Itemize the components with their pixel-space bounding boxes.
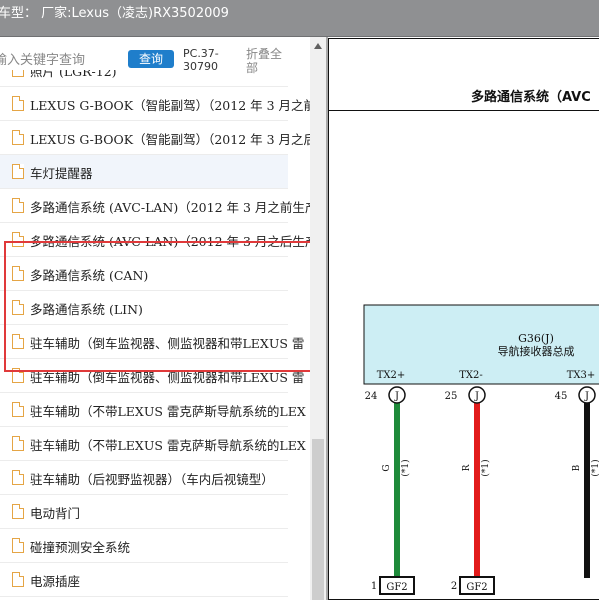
tree-item[interactable]: LEXUS G-BOOK（智能副驾）（2012 年 3 月之前 — [0, 87, 310, 121]
tree-item[interactable]: 驻车辅助（不带LEXUS 雷克萨斯导航系统的LEX — [0, 393, 306, 427]
tree-item-label: 照片 (LGR-12) — [30, 70, 117, 79]
tree-item[interactable]: 多路通信系统 (CAN) — [0, 257, 288, 291]
document-icon — [12, 402, 24, 417]
pin-name: TX2- — [459, 370, 483, 381]
tree-item-label: 驻车辅助（后视野监视器）（车内后视镜型） — [30, 472, 274, 487]
wire-note: (*1) — [400, 459, 411, 476]
document-icon — [12, 70, 24, 77]
tree-item-label: 驻车辅助（不带LEXUS 雷克萨斯导航系统的LEX — [30, 438, 306, 453]
tree-item-label: 驻车辅助（不带LEXUS 雷克萨斯导航系统的LEX — [30, 404, 306, 419]
tree-item[interactable]: 碰撞预测安全系统 — [0, 529, 288, 563]
document-icon — [12, 266, 24, 281]
document-icon — [12, 198, 24, 213]
pin-number: 24 — [365, 391, 378, 402]
document-icon — [12, 164, 24, 179]
document-icon — [12, 504, 24, 519]
tree-item[interactable]: 多路通信系统 (LIN) — [0, 291, 288, 325]
tree-item[interactable]: 驻车辅助（不带LEXUS 雷克萨斯导航系统的LEX — [0, 427, 306, 461]
wire-note: (*1) — [480, 459, 491, 476]
tree-item[interactable]: 多路通信系统 (AVC-LAN)（2012 年 3 月之前生产 — [0, 189, 310, 223]
wire-color-label: B — [572, 464, 582, 471]
scrollbar[interactable] — [310, 37, 326, 600]
tree-item-label: 多路通信系统 (LIN) — [30, 302, 143, 317]
pin-letter: J — [584, 391, 589, 402]
tree-item-label: LEXUS G-BOOK（智能副驾）（2012 年 3 月之前 — [30, 98, 310, 113]
pin-letter: J — [474, 391, 479, 402]
scroll-thumb[interactable] — [312, 439, 324, 600]
tree-item[interactable]: 驻车辅助（后视野监视器）（车内后视镜型） — [0, 461, 288, 495]
wiring-diagram: 多路通信系统（AVC G36(J) 导航接收器总成 TX2+ 24 J G (*1) 1 GF2… — [328, 38, 599, 600]
search-button[interactable]: 查询 — [128, 50, 174, 68]
wire-note: (*1) — [590, 459, 599, 476]
pin-name: TX2+ — [377, 370, 406, 381]
left-pane: 查询 PC.37-30790 折叠全部 照片 (LGR-12)LEXUS G-B… — [0, 37, 326, 600]
document-icon — [12, 470, 24, 485]
tree-item-label: 碰撞预测安全系统 — [30, 540, 131, 555]
document-icon — [12, 572, 24, 587]
tree-item[interactable]: 电源插座 — [0, 563, 288, 597]
component-code: G36(J) — [518, 332, 554, 345]
tree-item-label: 电源插座 — [30, 574, 81, 589]
tree-item-label: 多路通信系统 (AVC-LAN)（2012 年 3 月之后生产 — [30, 234, 310, 249]
tree-item[interactable]: 驻车辅助（倒车监视器、侧监视器和带LEXUS 雷 — [0, 359, 304, 393]
pin-letter: J — [394, 391, 399, 402]
diagram-canvas: G36(J)导航接收器总成 TX2+ 24 J G (*1) 1 GF2 TX2-25 J R (*1… — [363, 304, 599, 595]
tree-item-label: 驻车辅助（倒车监视器、侧监视器和带LEXUS 雷 — [30, 370, 305, 385]
connector-label: GF2 — [386, 582, 407, 593]
document-icon — [12, 436, 24, 451]
tree-item-label: 驻车辅助（倒车监视器、侧监视器和带LEXUS 雷 — [30, 336, 305, 351]
document-icon — [12, 334, 24, 349]
component-name: 导航接收器总成 — [498, 344, 575, 358]
wire-color-label: R — [462, 464, 472, 471]
pin-number: 25 — [445, 391, 458, 402]
title-bar: 车型： 厂家:Lexus（凌志)RX3502009 — [0, 0, 599, 37]
tree-item[interactable]: 照片 (LGR-12) — [0, 70, 288, 87]
pin-name: TX3+ — [567, 370, 596, 381]
document-icon — [12, 368, 24, 383]
connector-pin-number: 1 — [371, 581, 377, 592]
tree-item[interactable]: 驻车辅助（倒车监视器、侧监视器和带LEXUS 雷 — [0, 325, 304, 359]
document-icon — [12, 130, 24, 145]
tree-item[interactable]: 车灯提醒器 — [0, 155, 288, 189]
window-title: 车型： 厂家:Lexus（凌志)RX3502009 — [0, 6, 229, 21]
document-icon — [12, 538, 24, 553]
connector-pin-number: 2 — [451, 581, 457, 592]
tree-item-label: 电动背门 — [30, 506, 81, 521]
tree-item[interactable]: LEXUS G-BOOK（智能副驾）（2012 年 3 月之后 — [0, 121, 310, 155]
tree-item[interactable]: 电动背门 — [0, 495, 288, 529]
tree-item-label: 多路通信系统 (AVC-LAN)（2012 年 3 月之前生产 — [30, 200, 310, 215]
scroll-up-arrow-icon[interactable] — [314, 43, 322, 49]
tree-item-label: 车灯提醒器 — [30, 166, 93, 181]
wire-color-label: G — [382, 464, 392, 471]
document-icon — [12, 96, 24, 111]
tree-item-label: LEXUS G-BOOK（智能副驾）（2012 年 3 月之后 — [30, 132, 310, 147]
search-input[interactable] — [0, 51, 114, 69]
pin-number: 45 — [555, 391, 568, 402]
tree-item-label: 多路通信系统 (CAN) — [30, 268, 149, 283]
tree-list: 照片 (LGR-12) LEXUS G-BOOK（智能副驾）（2012 年 3 月… — [0, 70, 310, 600]
document-icon — [12, 232, 24, 247]
tree-item[interactable]: 多路通信系统 (AVC-LAN)（2012 年 3 月之后生产 — [0, 223, 310, 257]
document-icon — [12, 300, 24, 315]
connector-label: GF2 — [466, 582, 487, 593]
